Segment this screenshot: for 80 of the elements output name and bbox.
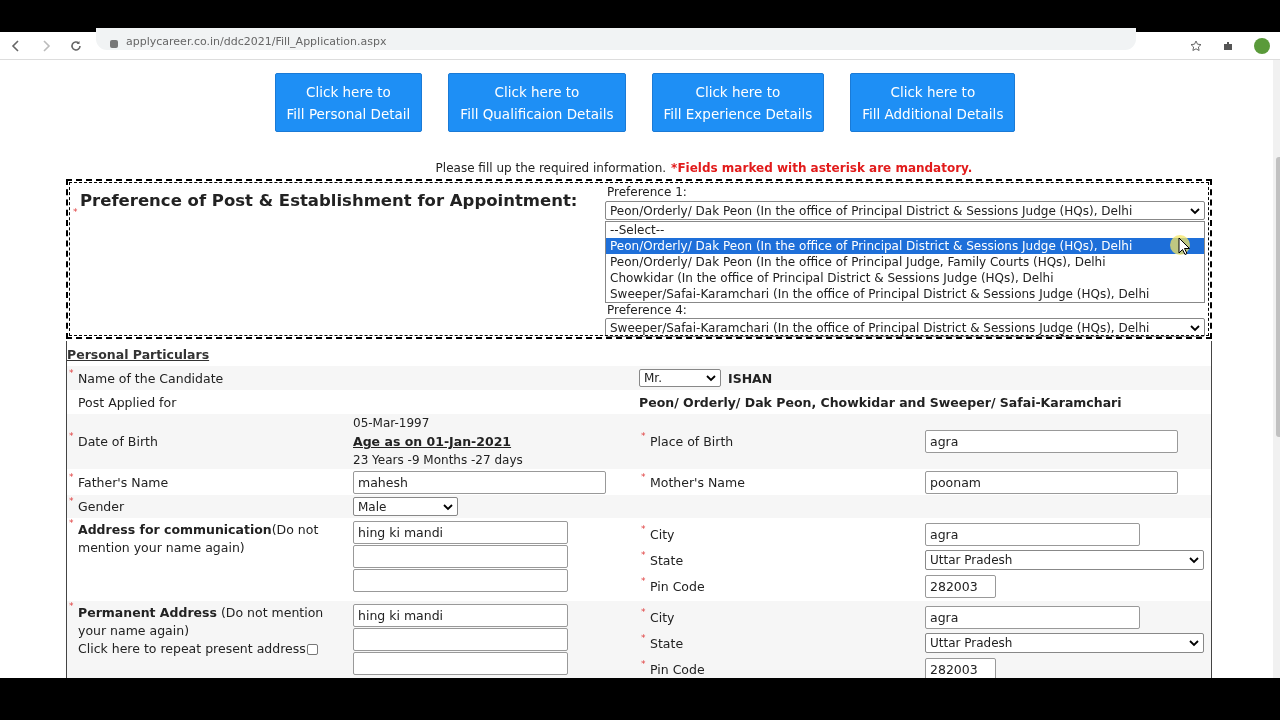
input-field[interactable] xyxy=(353,628,568,651)
field-label: Permanent Address (Do not mention your name again) xyxy=(78,604,325,640)
reload-icon[interactable] xyxy=(70,39,82,52)
field-label: Mother's Name xyxy=(650,474,745,490)
input-field[interactable]: agra xyxy=(925,605,1140,629)
caret-icon xyxy=(1190,323,1200,332)
select-field[interactable]: Uttar Pradesh xyxy=(925,550,1204,570)
required-mark: * xyxy=(641,575,646,586)
forward-icon[interactable] xyxy=(40,39,52,52)
input-field[interactable] xyxy=(353,545,568,568)
required-mark: * xyxy=(641,549,646,560)
select-field[interactable]: Mr. xyxy=(639,369,721,387)
checkbox[interactable] xyxy=(306,643,318,655)
field-label: Click here to repeat present address xyxy=(78,640,306,658)
caret-icon xyxy=(1189,639,1199,647)
dropdown-option[interactable]: Sweeper/Safai-Karamchari (In the office of Principal District & Sessions Judge (HQs), Delhi xyxy=(606,286,1204,302)
caret-icon xyxy=(1190,206,1200,215)
avatar-icon[interactable] xyxy=(1254,37,1270,54)
required-mark: * xyxy=(641,431,646,441)
age-heading: Age as on 01-Jan-2021 xyxy=(353,434,513,449)
field-label: City xyxy=(650,609,675,625)
required-mark: * xyxy=(69,367,74,378)
field-label: Place of Birth xyxy=(650,434,734,449)
input-field[interactable]: agra xyxy=(925,522,1140,546)
mandatory-note: *Fields marked with asterisk are mandatory. xyxy=(671,161,973,175)
dropdown-option[interactable]: Chowkidar (In the office of Principal District & Sessions Judge (HQs), Delhi xyxy=(606,270,1204,286)
field-label: Name of the Candidate xyxy=(78,370,224,386)
dropdown-option[interactable]: --Select-- xyxy=(606,222,1204,238)
required-mark: * xyxy=(69,471,74,482)
required-mark: * xyxy=(69,431,74,441)
input-field[interactable]: 282003 xyxy=(925,574,996,598)
input-field[interactable]: agra xyxy=(925,430,1178,453)
post-value: Peon/ Orderly/ Dak Peon, Chowkidar and Sweeper/ Safai-Karamchari xyxy=(639,394,1122,410)
input-field[interactable]: hing ki mandi xyxy=(353,521,568,544)
field-label: State xyxy=(650,635,684,651)
preference-label: Preference 1: xyxy=(606,185,688,199)
select-field[interactable]: Male xyxy=(353,497,458,516)
preference-heading: Preference of Post & Establishment for Appointment: xyxy=(80,191,579,210)
caret-icon xyxy=(706,374,716,382)
required-mark: * xyxy=(69,601,74,611)
date-value: 05-Mar-1997 xyxy=(353,416,431,430)
required-mark: * xyxy=(69,518,74,528)
required-mark: * xyxy=(641,606,646,617)
age-value: 23 Years -9 Months -27 days xyxy=(353,453,524,467)
select-field[interactable]: Uttar Pradesh xyxy=(925,633,1204,653)
input-field[interactable]: 282003 xyxy=(925,657,996,678)
field-label: Father's Name xyxy=(78,474,169,490)
caret-icon xyxy=(443,502,453,511)
extension-icon[interactable] xyxy=(1222,39,1234,52)
required-mark: * xyxy=(641,523,646,534)
field-label: Gender xyxy=(78,499,125,514)
required-mark: * xyxy=(641,658,646,669)
field-label: Address for communication(Do not mention your name again) xyxy=(78,521,320,557)
caret-icon xyxy=(1189,556,1199,564)
section-title: Personal Particulars xyxy=(67,346,211,364)
dropdown-option[interactable]: Peon/Orderly/ Dak Peon (In the office of Principal Judge, Family Courts (HQs), Delhi xyxy=(606,254,1204,270)
input-field[interactable] xyxy=(353,569,568,592)
required-mark: * xyxy=(641,632,646,643)
required-mark: * xyxy=(69,496,74,506)
star-icon[interactable] xyxy=(1190,39,1202,52)
field-label: State xyxy=(650,552,684,568)
preference-select[interactable]: Sweeper/Safai-Karamchari (In the office of Principal District & Sessions Judge (HQs), Delhi xyxy=(605,318,1205,337)
candidate-name: ISHAN xyxy=(728,370,773,386)
input-field[interactable]: poonam xyxy=(925,470,1178,494)
address-bar[interactable]: applycareer.co.in/ddc2021/Fill_Application.aspx xyxy=(96,27,1136,50)
required-mark: * xyxy=(641,471,646,482)
dropdown-option[interactable]: Peon/Orderly/ Dak Peon (In the office of Principal District & Sessions Judge (HQs), Delhi xyxy=(606,238,1204,254)
notice-text: Please fill up the required information. xyxy=(435,161,667,175)
input-field[interactable] xyxy=(353,652,568,675)
preference-select[interactable]: Peon/Orderly/ Dak Peon (In the office of Principal District & Sessions Judge (HQs), Delhi xyxy=(605,201,1205,220)
input-field[interactable]: mahesh xyxy=(353,470,606,494)
field-label: City xyxy=(650,526,675,542)
required-mark: * xyxy=(73,207,78,217)
field-label: Date of Birth xyxy=(78,434,158,449)
field-label: Pin Code xyxy=(650,661,705,677)
back-icon[interactable] xyxy=(10,39,22,52)
input-field[interactable]: hing ki mandi xyxy=(353,604,568,627)
field-label: Post Applied for xyxy=(78,394,177,410)
field-label: Pin Code xyxy=(650,578,705,594)
preference-label: Preference 4: xyxy=(606,304,688,316)
